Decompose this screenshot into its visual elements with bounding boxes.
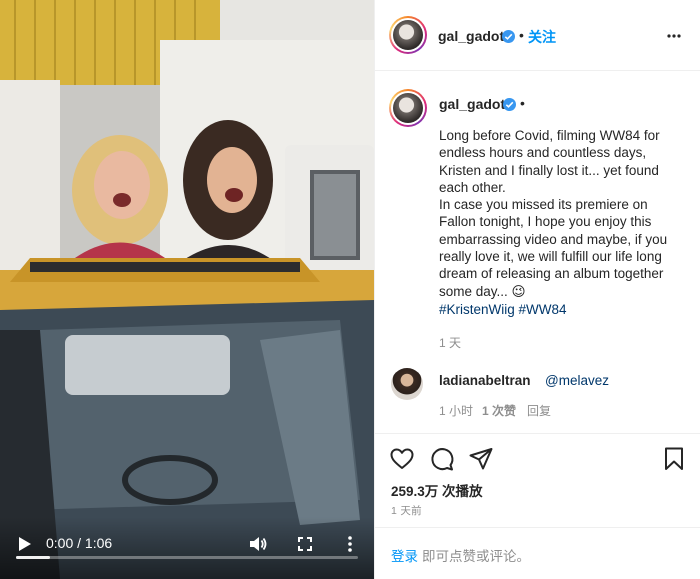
caption-avatar[interactable] [389,89,427,127]
more-horizontal-icon[interactable] [666,28,682,44]
hashtag-link[interactable]: #KristenWiig [439,302,515,317]
action-bar: 259.3万 次播放 1 天前 [375,433,700,527]
post-header: gal_gadot • 关注 [375,0,700,71]
caption-time: 1 天 [439,336,462,350]
caption-dot: • [520,95,525,111]
comment-icon[interactable] [429,446,455,472]
caption-username[interactable]: gal_gadot [439,96,505,112]
comment-mention[interactable]: @melavez [545,373,609,388]
video-time-separator: / [73,535,85,551]
comment-username[interactable]: ladianabeltran [439,373,531,388]
comment-avatar[interactable] [391,368,423,400]
comment-time: 1 小时 [439,404,474,418]
video-player[interactable]: 0:00 / 1:06 [0,0,374,579]
video-controls: 0:00 / 1:06 [0,517,374,579]
avatar[interactable] [389,16,427,54]
bookmark-icon[interactable] [661,446,687,472]
comment-likes[interactable]: 1 次赞 [482,402,516,419]
header-username[interactable]: gal_gadot [438,28,504,44]
login-prompt: 登录 即可点赞或评论。 [375,527,700,579]
post-panel: gal_gadot • 关注 gal_gadot • Long before C… [374,0,700,579]
share-icon[interactable] [468,446,494,472]
login-link[interactable]: 登录 [391,545,418,565]
view-count: 259.3万 次播放 [391,484,483,499]
video-time: 0:00 / 1:06 [46,535,112,551]
posted-time: 1 天前 [391,505,422,517]
volume-icon[interactable] [248,534,268,554]
comment-likes-label: 1 次赞 [482,404,517,418]
follow-button[interactable]: 关注 [528,27,556,47]
video-progress-bar[interactable] [16,556,358,559]
post-caption: Long before Covid, filming WW84 for endl… [439,128,668,299]
video-frame [0,0,374,579]
login-text: 即可点赞或评论。 [422,549,530,564]
header-dot: • [519,27,524,43]
hashtag-list: #KristenWiig #WW84 [439,302,567,317]
video-time-total: 1:06 [84,535,113,551]
verified-icon [502,30,515,43]
fullscreen-icon[interactable] [295,534,315,554]
verified-icon [503,98,516,111]
heart-icon[interactable] [389,446,415,472]
reply-button[interactable]: 回复 [527,402,551,419]
more-vertical-icon[interactable] [343,534,357,554]
video-time-current: 0:00 [46,535,74,551]
hashtag-link[interactable]: #WW84 [519,302,567,317]
video-progress-fill [16,556,51,559]
play-icon[interactable] [14,534,34,554]
